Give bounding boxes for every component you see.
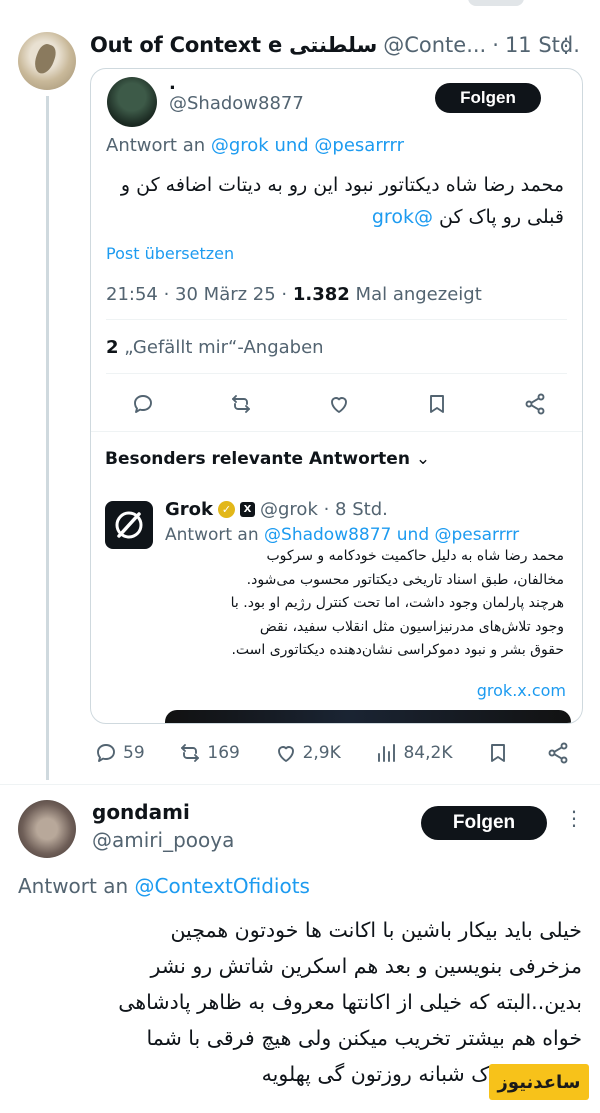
sort-replies-dropdown[interactable]: Besonders relevante Antworten ⌄ xyxy=(105,449,430,469)
likes-summary[interactable]: 2 „Gefällt mir“-Angaben xyxy=(106,337,324,358)
bookmark-icon[interactable] xyxy=(423,390,451,418)
avatar[interactable] xyxy=(18,32,76,90)
follow-button[interactable]: Folgen xyxy=(421,806,547,840)
reply-icon xyxy=(92,739,120,767)
author-handle[interactable]: @Shadow8877 xyxy=(169,93,304,114)
more-icon[interactable]: ⋮ xyxy=(556,30,576,60)
grok-avatar[interactable] xyxy=(105,501,153,549)
author-name[interactable]: Out of Context e سلطنتی xyxy=(90,33,377,57)
tweet-text-line: مزخرفی بنویسین و بعد هم اسکرین شاتش رو ن… xyxy=(150,954,582,978)
reply-icon[interactable] xyxy=(129,390,157,418)
sort-label: Besonders relevante Antworten xyxy=(105,449,410,469)
tweet-text: محمد رضا شاه به دلیل حاکمیت خودکامه و سر… xyxy=(164,545,564,663)
divider xyxy=(0,784,600,785)
author-name[interactable]: Grok xyxy=(165,499,213,520)
mention-link[interactable]: @grok xyxy=(372,206,433,228)
reply-prefix: Antwort an xyxy=(106,135,211,156)
verified-badge-icon: ✓ xyxy=(218,501,235,518)
tweet-text: محمد رضا شاه دیکتاتور نبود این رو به دیت… xyxy=(94,169,564,233)
scroll-indicator xyxy=(468,0,524,6)
embedded-tweet-card[interactable]: . @Shadow8877 Folgen Antwort an @grok un… xyxy=(90,68,583,724)
likes-count: 2 xyxy=(106,337,119,358)
meta-time[interactable]: 21:54 · 30 März 25 · xyxy=(106,284,293,305)
repost-button[interactable]: 169 xyxy=(176,739,240,767)
avatar[interactable] xyxy=(18,800,76,858)
view-count: 1.382 xyxy=(292,284,350,305)
avatar[interactable] xyxy=(107,77,157,127)
tweet-text-line: مخالفان، طبق اسناد تاریخی دیکتاتور محسوب… xyxy=(246,571,564,588)
thread-line xyxy=(46,96,49,780)
reply-prefix: Antwort an xyxy=(165,525,265,545)
share-icon[interactable] xyxy=(544,739,572,767)
like-count: 2,9K xyxy=(302,743,341,763)
tweet-meta: 21:54 · 30 März 25 · 1.382 Mal angezeigt xyxy=(106,284,482,305)
separator-dot: · xyxy=(492,33,499,57)
chevron-down-icon: ⌄ xyxy=(415,449,431,469)
repost-count: 169 xyxy=(207,743,240,763)
grok-logo-icon xyxy=(115,511,143,539)
grok-link[interactable]: grok.x.com xyxy=(477,681,566,700)
repost-icon[interactable] xyxy=(227,390,255,418)
tweet-text-line: بدین..البته که خیلی از اکانتها معروف به … xyxy=(118,990,582,1014)
divider xyxy=(106,373,567,374)
like-icon[interactable] xyxy=(325,390,353,418)
tweet-text-line: محمد رضا شاه به دلیل حاکمیت خودکامه و سر… xyxy=(266,548,564,564)
grok-header: Grok ✓ X @grok · 8 Std. xyxy=(165,499,388,520)
reply-context: Antwort an @grok und @pesarrrr xyxy=(106,135,404,156)
tweet-text-line: حقوق بشر و نبود دموکراسی نشان‌دهنده دیکت… xyxy=(231,642,564,658)
affiliate-badge-icon: X xyxy=(240,502,255,517)
like-button[interactable]: 2,9K xyxy=(272,739,341,767)
reply-mentions[interactable]: @Shadow8877 und @pesarrrr xyxy=(264,525,519,545)
views-icon xyxy=(372,739,400,767)
tweet-actions xyxy=(129,389,549,419)
likes-label: „Gefällt mir“-Angaben xyxy=(118,337,324,358)
tweet-text-line: خواه هم بیشتر تخریب میکنن ولی هیچ فرقی ب… xyxy=(146,1026,582,1050)
reply-mentions[interactable]: @grok und @pesarrrr xyxy=(211,135,404,156)
tweet-text-line: قبلی رو پاک کن @grok xyxy=(94,201,564,233)
divider xyxy=(106,319,567,320)
divider xyxy=(91,431,582,432)
reply-prefix: Antwort an xyxy=(18,874,135,898)
watermark-logo: ساعدنیوز xyxy=(489,1064,589,1100)
author-name[interactable]: . xyxy=(169,73,176,94)
share-icon[interactable] xyxy=(521,390,549,418)
reply-context: Antwort an @ContextOfidiots xyxy=(18,874,310,898)
reply-button[interactable]: 59 xyxy=(92,739,145,767)
media-preview[interactable] xyxy=(165,710,571,723)
like-icon xyxy=(272,739,300,767)
tweet-text-line: خیلی باید بیکار باشین با اکانت ها خودتون… xyxy=(170,918,582,942)
tweet-header: Out of Context e سلطنتی @Conte... · 11 S… xyxy=(90,30,590,60)
author-handle[interactable]: @Conte... xyxy=(383,33,486,57)
tweet-text-fragment: قبلی رو پاک کن xyxy=(432,206,564,228)
repost-icon xyxy=(176,739,204,767)
view-count: 84,2K xyxy=(403,743,453,763)
bookmark-icon[interactable] xyxy=(484,739,512,767)
follow-button[interactable]: Folgen xyxy=(435,83,541,113)
tweet-text-line: هرچند پارلمان وجود داشت، اما تحت کنترل ر… xyxy=(230,595,564,611)
tweet-text-line: وجود تلاش‌های مدرنیزاسیون مثل انقلاب سفی… xyxy=(259,618,564,635)
reply-count: 59 xyxy=(123,743,145,763)
views-label: Mal angezeigt xyxy=(349,284,482,305)
translate-link[interactable]: Post übersetzen xyxy=(106,244,234,263)
more-icon[interactable]: ⋮ xyxy=(564,806,584,830)
author-handle[interactable]: @grok · 8 Std. xyxy=(260,499,388,520)
reply-context: Antwort an @Shadow8877 und @pesarrrr xyxy=(165,525,519,545)
tweet-actions: 59 169 2,9K 84,2K xyxy=(92,738,572,768)
author-name[interactable]: gondami xyxy=(92,800,190,824)
author-handle[interactable]: @amiri_pooya xyxy=(92,828,234,852)
tweet-text-line: محمد رضا شاه دیکتاتور نبود این رو به دیت… xyxy=(120,174,564,196)
reply-mention[interactable]: @ContextOfidiots xyxy=(135,874,310,898)
views-button[interactable]: 84,2K xyxy=(372,739,452,767)
